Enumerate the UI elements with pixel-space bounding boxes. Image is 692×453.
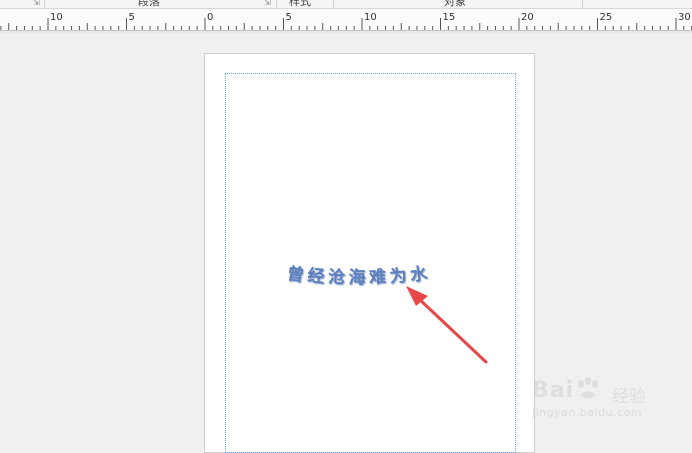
ribbon-separator [582,0,583,8]
ribbon-separator [333,0,334,8]
wordart-char: 水 [409,263,430,286]
ruler-label: 10 [364,12,377,23]
wordart-char: 海 [349,267,366,288]
ruler-label: 10 [50,12,63,23]
wordart-char: 曾 [286,263,306,286]
dialog-launcher-icon[interactable]: ⇲ [33,0,40,7]
ruler-label: 20 [521,12,534,23]
wordart-text[interactable]: 曾经沧海难为水 [285,261,435,291]
watermark-cn: 经验 [612,387,646,407]
ruler-label: 5 [286,12,292,23]
ribbon-separator [44,0,45,8]
horizontal-ruler[interactable]: 10 5 0 5 10 15 20 25 30 [0,9,692,31]
ribbon-group-objects: 对象 [444,0,466,8]
ruler-label: 15 [443,12,456,23]
paw-icon [578,377,598,399]
ruler-label: 30 [678,12,691,23]
wordart-char: 难 [368,266,387,288]
ribbon-separator [276,0,277,8]
dialog-launcher-icon[interactable]: ⇲ [264,0,271,7]
ruler-ticks: 10 5 0 5 10 15 20 25 30 [0,12,692,30]
ribbon-group-paragraph: 段落 [138,0,160,8]
watermark-url: jingyan.baidu.com [532,406,643,419]
ribbon: ⇲ 段落 ⇲ 样式 对象 [0,0,692,9]
ruler-label: 5 [129,12,135,23]
wordart-char: 沧 [327,266,345,288]
ruler-shadow [0,31,692,33]
ruler-label: 0 [207,12,213,23]
document-page[interactable]: 曾经沧海难为水 [204,53,535,453]
wordart-char: 经 [307,265,326,287]
wordart-char: 为 [389,265,408,287]
watermark-logo: Bai [532,378,575,403]
baidu-jingyan-watermark: Bai 经验 jingyan.baidu.com [532,377,682,428]
ruler-label: 25 [600,12,613,23]
ribbon-group-styles: 样式 [289,0,311,8]
